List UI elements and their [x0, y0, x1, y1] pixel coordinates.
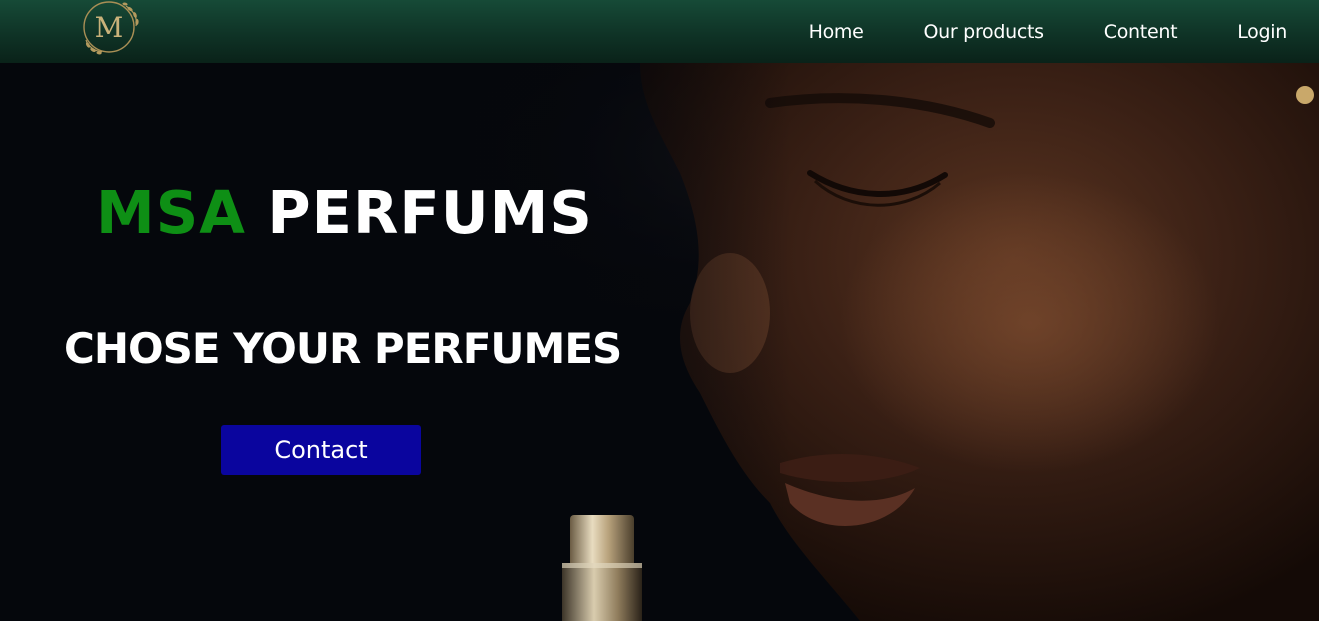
nav-login-link[interactable]: Login: [1237, 21, 1287, 43]
hero-subtitle: CHOSE YOUR PERFUMES: [64, 324, 622, 373]
nav-content-link[interactable]: Content: [1104, 21, 1178, 43]
nav-our-products-link[interactable]: Our products: [924, 21, 1045, 43]
main-nav: Home Our products Content Login: [809, 0, 1288, 63]
navbar: M Home Our products Content Login: [0, 0, 1319, 63]
hero-section: MSA PERFUMS CHOSE YOUR PERFUMES Contact: [0, 63, 1319, 621]
landing-page: M Home Our products Content Login MSA PE…: [0, 0, 1319, 621]
contact-button[interactable]: Contact: [221, 425, 421, 475]
hero-title-rest: PERFUMS: [245, 178, 593, 247]
logo-letter: M: [95, 11, 124, 44]
brand-logo[interactable]: M: [78, 0, 144, 56]
hero-title: MSA PERFUMS: [96, 183, 593, 242]
logo-emblem-icon: M: [83, 1, 139, 55]
nav-home-link[interactable]: Home: [809, 21, 864, 43]
hero-title-accent: MSA: [96, 178, 246, 247]
